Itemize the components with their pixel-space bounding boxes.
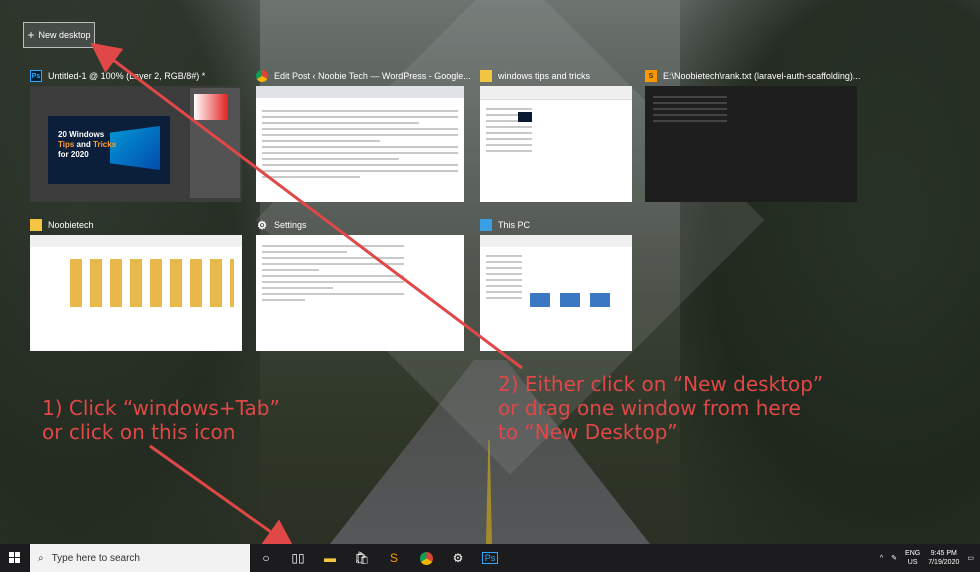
gear-icon: ⚙ [452,551,464,565]
windows-icon [9,552,20,563]
clock[interactable]: 9:45 PM 7/19/2020 [928,549,959,567]
search-placeholder: Type here to search [51,552,140,564]
chevron-up-icon[interactable]: ^ [880,555,883,562]
arrow-to-new-desktop [90,42,523,370]
language-indicator[interactable]: ENG US [905,549,920,567]
annotation-left: 1) Click “windows+Tab” or click on this … [42,396,280,444]
task-view-icon: ▯▯ [291,551,305,565]
taskbar-photoshop[interactable]: Ps [474,544,506,572]
annotation-right: 2) Either click on “New desktop” or drag… [498,372,824,444]
taskbar-sublime[interactable]: S [378,544,410,572]
store-icon: 🛍 [354,551,370,565]
chrome-icon [419,551,433,565]
taskbar: ⌕ Type here to search ○ ▯▯ ▬ 🛍 S ⚙ Ps ^ … [0,544,980,572]
pen-icon[interactable]: ✎ [891,554,897,562]
taskbar-explorer[interactable]: ▬ [314,544,346,572]
annotation-arrows [90,42,523,544]
notification-icon[interactable]: ▭ [967,554,974,562]
search-icon: ⌕ [38,552,44,564]
taskbar-store[interactable]: 🛍 [346,544,378,572]
taskbar-chrome[interactable] [410,544,442,572]
cortana-icon: ○ [262,551,270,565]
photoshop-icon: Ps [481,552,499,564]
task-view-button[interactable]: ▯▯ [282,544,314,572]
taskbar-settings[interactable]: ⚙ [442,544,474,572]
cortana-button[interactable]: ○ [250,544,282,572]
system-tray: ^ ✎ ENG US 9:45 PM 7/19/2020 ▭ [880,549,980,567]
start-button[interactable] [0,544,30,572]
taskbar-search[interactable]: ⌕ Type here to search [30,544,250,572]
folder-icon: ▬ [324,551,336,565]
sublime-icon: S [389,551,398,565]
arrow-to-task-view-icon [149,444,295,544]
